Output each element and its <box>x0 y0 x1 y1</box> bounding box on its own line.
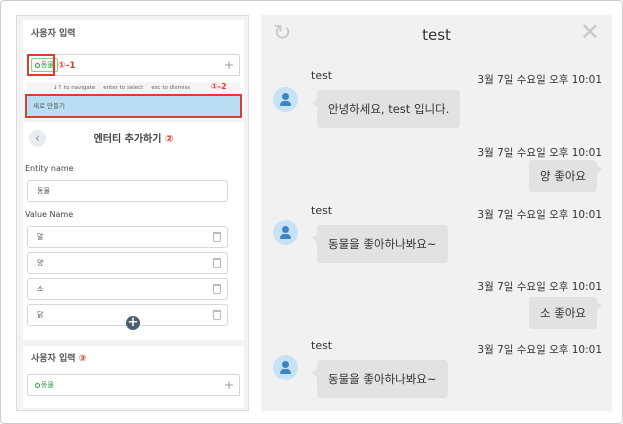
entity-add-card: ‹ 엔터티 추가하기 ② Entity name 동물 Value Name 말… <box>23 122 244 340</box>
value-text: 말 <box>37 233 44 241</box>
entity-add-title: 엔터티 추가하기 ② <box>93 134 174 145</box>
trash-icon[interactable] <box>213 284 221 294</box>
annotation-box-chip <box>27 54 55 76</box>
annotation-2: ② <box>164 134 174 145</box>
entity-chip-label: 동물 <box>41 381 54 389</box>
screenshot-frame: 사용자 입력 동물 + ①-1 ↓↑ to navigate enter to s… <box>0 0 623 424</box>
annotation-1-2: ①-2 <box>211 82 227 91</box>
value-text: 소 <box>37 285 44 293</box>
user-avatar-icon <box>273 220 298 245</box>
message-sender: test <box>311 204 333 217</box>
builder-panel: 사용자 입력 동물 + ①-1 ↓↑ to navigate enter to s… <box>16 15 249 411</box>
user-input-result-card: 사용자 입력 ③ 동물 + <box>23 346 244 408</box>
value-name-label: Value Name <box>25 210 74 219</box>
plus-icon[interactable]: + <box>224 58 234 72</box>
message-bubble-outgoing: 양 좋아요 <box>529 160 602 192</box>
message-time: 3월 7일 수요일 오후 10:01 <box>477 147 602 159</box>
plus-icon: + <box>127 315 139 330</box>
value-input-1[interactable]: 말 <box>27 226 228 248</box>
trash-icon[interactable] <box>213 258 221 268</box>
message-bubble-incoming: 동물을 좋아하나봐요~ <box>312 225 448 263</box>
value-text: 양 <box>37 259 44 267</box>
hint-navigate: ↓↑ to navigate <box>53 85 96 91</box>
value-text: 닭 <box>37 311 44 319</box>
value-input-3[interactable]: 소 <box>27 278 228 300</box>
message-sender: test <box>311 69 333 82</box>
close-icon[interactable]: ✕ <box>580 20 600 44</box>
autocomplete-hint: ↓↑ to navigate enter to select esc to dism… <box>27 82 240 94</box>
entity-name-input[interactable]: 동물 <box>27 180 228 202</box>
message-bubble-incoming: 안녕하세요, test 입니다. <box>311 90 461 128</box>
message-time: 3월 7일 수요일 오후 10:01 <box>477 74 602 86</box>
entity-dot-icon <box>35 382 40 388</box>
chat-title: test <box>422 26 451 44</box>
message-bubble-outgoing: 소 좋아요 <box>529 297 602 329</box>
trash-icon[interactable] <box>213 232 221 242</box>
add-value-button[interactable]: + <box>126 316 140 330</box>
section-title-user-input-2: 사용자 입력 ③ <box>31 354 87 364</box>
entity-chip-2[interactable]: 동물 <box>31 378 58 392</box>
hint-select: enter to select <box>103 85 144 91</box>
hint-dismiss: esc to dismiss <box>151 85 191 91</box>
user-input-field-2[interactable]: 동물 + <box>27 374 240 396</box>
annotation-box-create-new <box>25 94 242 118</box>
user-avatar-icon <box>273 355 298 380</box>
chat-panel: ↻ test ✕ test 3월 7일 수요일 오후 10:01 안녕하세요, … <box>261 15 612 411</box>
message-time: 3월 7일 수요일 오후 10:01 <box>477 209 602 221</box>
plus-icon[interactable]: + <box>224 378 234 392</box>
user-input-card: 사용자 입력 동물 + ①-1 ↓↑ to navigate enter to s… <box>23 20 244 119</box>
section-title-user-input: 사용자 입력 <box>31 29 76 39</box>
annotation-3: ③ <box>78 354 87 364</box>
message-sender: test <box>311 339 333 352</box>
annotation-1-1: ①-1 <box>58 61 76 71</box>
message-bubble-incoming: 동물을 좋아하나봐요~ <box>312 360 448 398</box>
trash-icon[interactable] <box>213 310 221 320</box>
entity-name-label: Entity name <box>25 164 74 173</box>
value-input-2[interactable]: 양 <box>27 252 228 274</box>
message-time: 3월 7일 수요일 오후 10:01 <box>477 344 602 356</box>
user-avatar-icon <box>273 87 298 112</box>
message-time: 3월 7일 수요일 오후 10:01 <box>477 281 602 293</box>
